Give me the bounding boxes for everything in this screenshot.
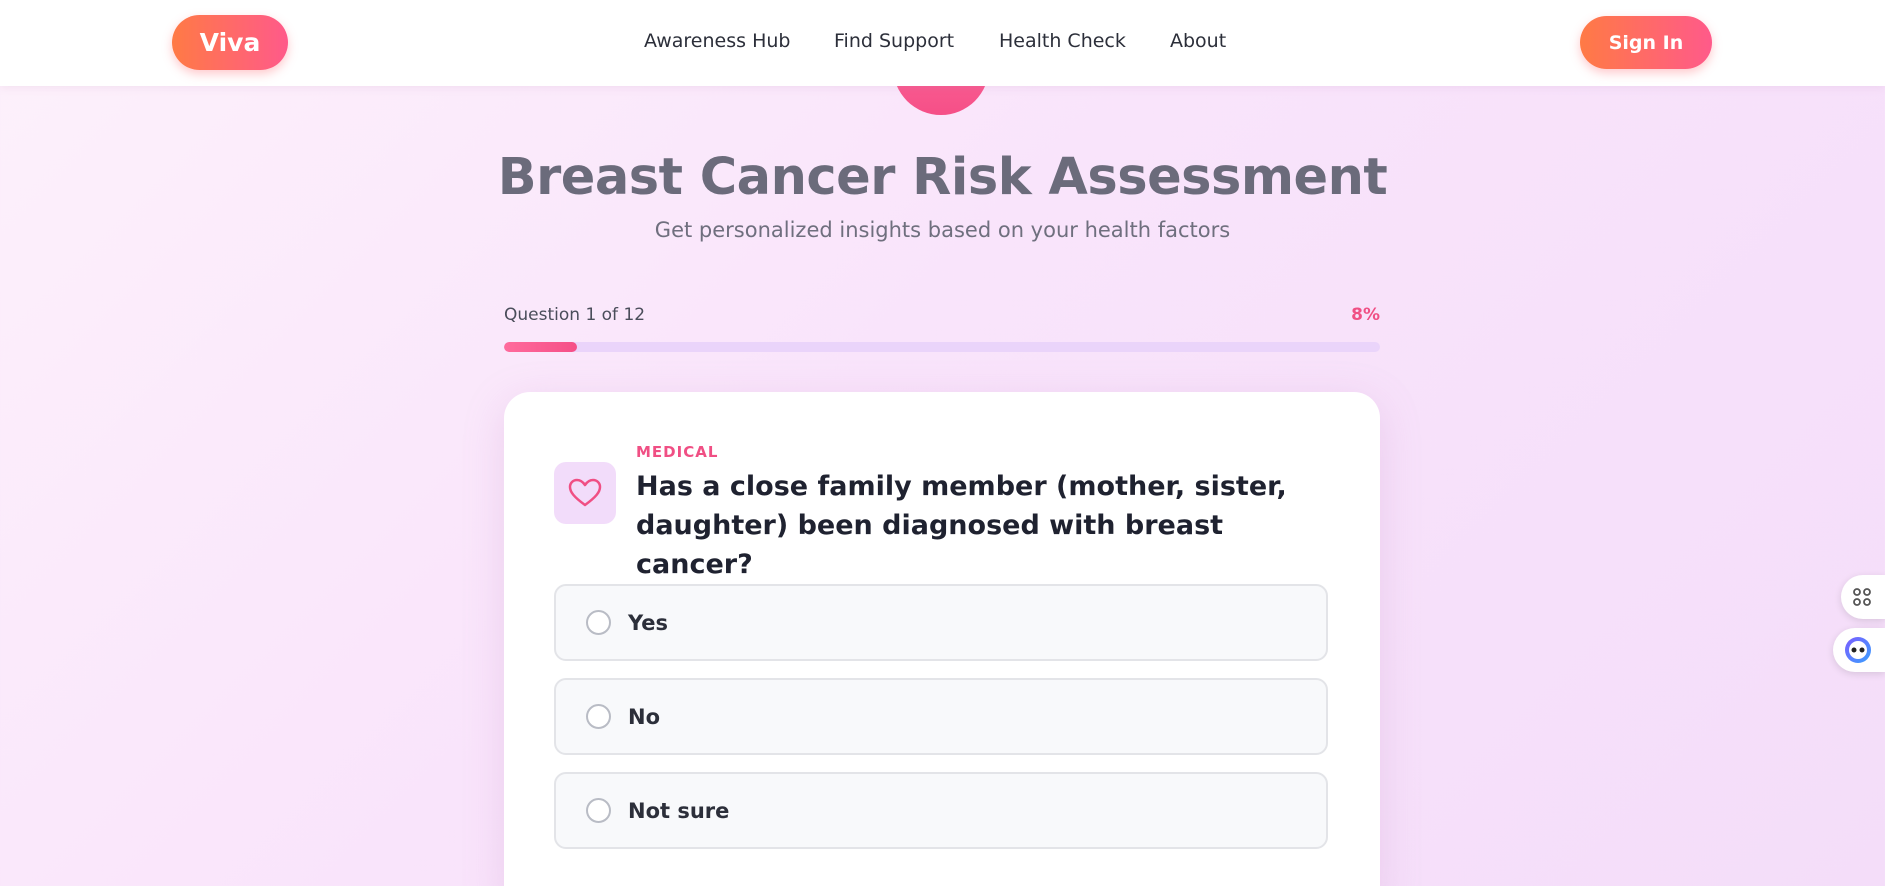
nav-health-check[interactable]: Health Check xyxy=(999,30,1126,52)
radio-yes[interactable] xyxy=(586,610,611,635)
heart-icon xyxy=(554,462,616,524)
page-subtitle: Get personalized insights based on your … xyxy=(654,218,1231,242)
progress-percent: 8% xyxy=(1351,305,1380,325)
option-label: Not sure xyxy=(628,798,730,823)
sign-in-button[interactable]: Sign In xyxy=(1580,16,1712,69)
top-header: Viva Awareness Hub Find Support Health C… xyxy=(0,0,1885,86)
progress-bar-fill xyxy=(504,342,577,352)
progress-label: Question 1 of 12 xyxy=(504,305,646,325)
page-title: Breast Cancer Risk Assessment xyxy=(497,148,1388,207)
nav-find-support[interactable]: Find Support xyxy=(834,30,954,52)
option-no[interactable]: No xyxy=(554,678,1328,755)
option-label: No xyxy=(628,704,661,729)
nav-awareness-hub[interactable]: Awareness Hub xyxy=(644,30,790,52)
question-card: MEDICAL Has a close family member (mothe… xyxy=(504,392,1380,886)
option-not-sure[interactable]: Not sure xyxy=(554,772,1328,849)
radio-not-sure[interactable] xyxy=(586,798,611,823)
logo-button[interactable]: Viva xyxy=(172,15,288,70)
command-icon[interactable] xyxy=(1841,575,1885,619)
nav-about[interactable]: About xyxy=(1170,30,1226,52)
radio-no[interactable] xyxy=(586,704,611,729)
question-text: Has a close family member (mother, siste… xyxy=(636,471,1287,580)
question-category: MEDICAL xyxy=(636,443,719,461)
assistant-icon[interactable] xyxy=(1833,628,1885,672)
progress-bar xyxy=(504,342,1380,352)
option-yes[interactable]: Yes xyxy=(554,584,1328,661)
option-label: Yes xyxy=(628,610,669,635)
